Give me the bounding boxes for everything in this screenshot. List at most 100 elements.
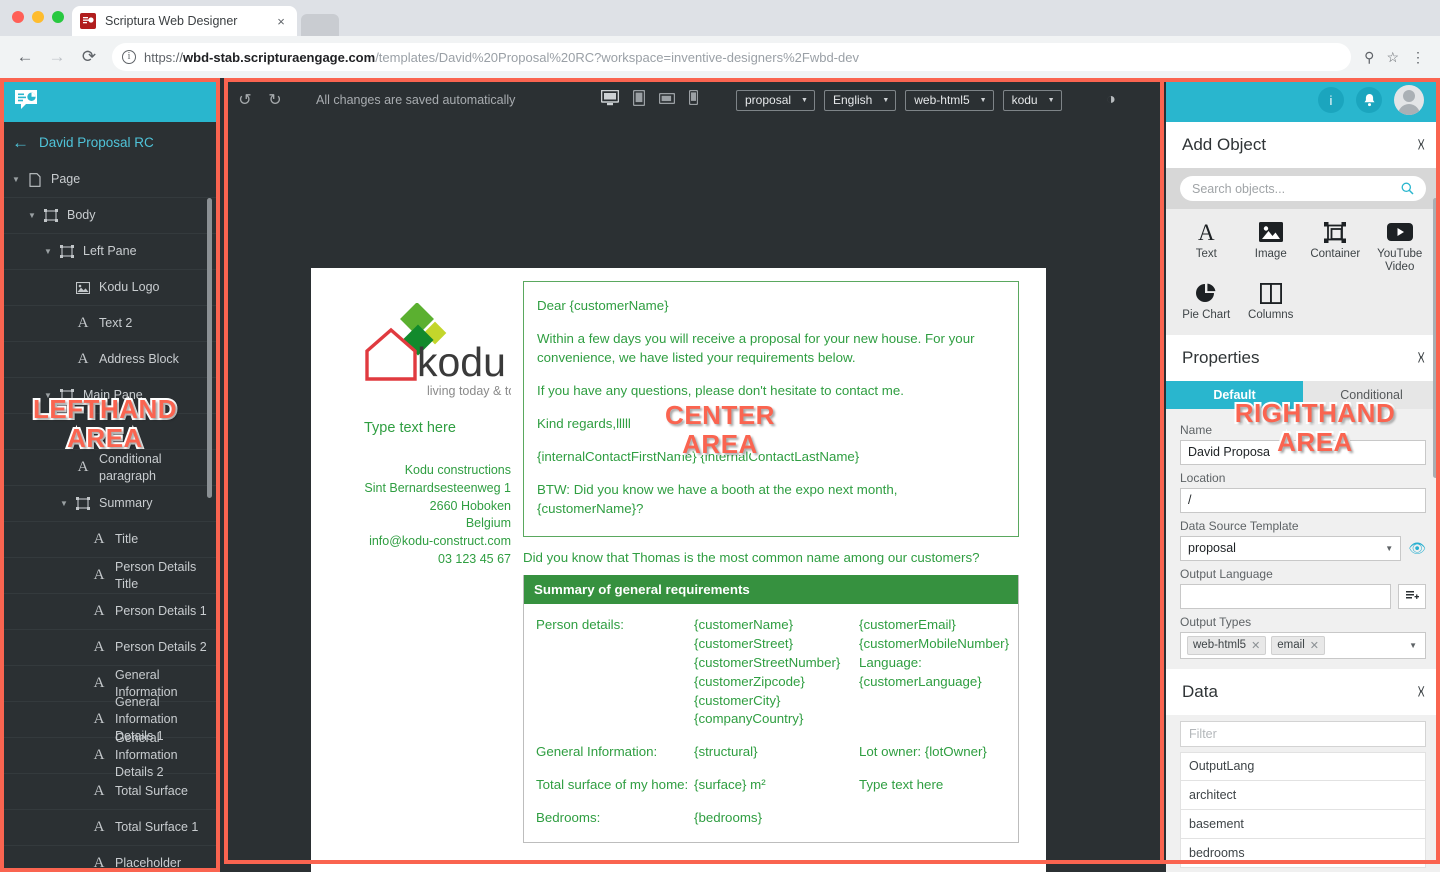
list-item[interactable]: architect [1180,781,1426,810]
right-panel-scrollbar[interactable] [1433,198,1438,478]
data-filter-input[interactable]: Filter [1180,721,1426,747]
document-page[interactable]: kodu living today & tomorrow Type text h… [311,268,1046,872]
sidebar-item-person-details-2[interactable]: ▼APerson Details 2 [0,630,216,666]
tablet-portrait-icon[interactable] [633,90,645,111]
person-detail-line: {customerZipcode} [694,673,859,692]
add-output-language-button[interactable] [1398,584,1426,609]
device-preview-group [601,90,698,111]
kodu-logo[interactable]: kodu living today & tomorrow [361,303,511,408]
add-object-image[interactable]: Image [1239,219,1304,274]
brand-select[interactable]: kodu▼ [1003,90,1062,111]
letter-paragraph[interactable]: If you have any questions, please don't … [537,381,1002,400]
summary-general-table[interactable]: Summary of general requirements Person d… [523,575,1019,843]
undo-button[interactable]: ↺ [230,85,260,115]
search-input[interactable]: Search objects... [1180,176,1426,201]
close-window-button[interactable] [12,11,24,23]
sidebar-item-kodu-logo[interactable]: ▼Kodu Logo [0,270,216,306]
add-object-columns[interactable]: Columns [1239,280,1304,322]
add-object-text[interactable]: AText [1174,219,1239,274]
list-item[interactable]: basement [1180,810,1426,839]
close-tab-button[interactable]: × [273,14,289,29]
table-row[interactable]: Bedrooms: {bedrooms} [536,809,1006,828]
language-select[interactable]: English▼ [824,90,896,111]
chevron-down-icon[interactable]: ▼ [26,211,38,220]
password-key-icon[interactable]: ⚲ [1359,49,1379,66]
collapse-add-object-icon[interactable]: ˅˄ [1417,140,1424,150]
text-icon: A [90,747,108,764]
address-bar[interactable]: i https://wbd-stab.scripturaengage.com/t… [112,43,1351,71]
app-logo[interactable] [0,78,216,122]
sidebar-item-body[interactable]: ▼Body [0,198,216,234]
sidebar-item-page[interactable]: ▼Page [0,162,216,198]
sidebar-item-placeholder[interactable]: ▼APlaceholder [0,846,216,872]
chevron-down-icon[interactable]: ▼ [42,247,54,256]
back-to-templates-link[interactable]: ← David Proposal RC [0,122,216,162]
sidebar-item-person-details-title[interactable]: ▼APerson Details Title [0,558,216,594]
browser-menu-icon[interactable]: ⋮ [1406,49,1430,66]
table-row[interactable]: Total surface of my home: {surface} m² T… [536,776,1006,795]
new-tab-button[interactable] [301,14,339,36]
sidebar-item-address-block[interactable]: ▼AAddress Block [0,342,216,378]
output-type-chip[interactable]: email✕ [1271,636,1325,655]
letter-paragraph[interactable]: Within a few days you will receive a pro… [537,329,1002,367]
preview-eye-icon[interactable]: ◑ [1096,85,1126,115]
letter-paragraph[interactable]: BTW: Did you know we have a booth at the… [537,480,1002,518]
collapse-data-icon[interactable]: ˅˄ [1417,687,1424,697]
sidebar-item-total-surface[interactable]: ▼ATotal Surface [0,774,216,810]
info-icon[interactable]: i [1318,87,1344,113]
data-source-template-select[interactable]: proposal ▼ [1180,536,1401,561]
minimize-window-button[interactable] [32,11,44,23]
sidebar-item-summary[interactable]: ▼Summary [0,486,216,522]
letter-paragraph[interactable]: Dear {customerName} [537,296,1002,315]
preview-data-source-icon[interactable]: 👁 [1408,540,1426,557]
address-block[interactable]: Kodu constructionsSint Bernardsesteenweg… [336,462,511,569]
conditional-paragraph[interactable]: Did you know that Thomas is the most com… [523,550,1023,565]
sidebar-item-title[interactable]: ▼ATitle [0,522,216,558]
tablet-landscape-icon[interactable] [659,91,675,109]
table-row[interactable]: Person details: {customerName}{customerS… [536,616,1006,729]
bookmark-icon[interactable]: ☆ [1381,49,1404,66]
data-source-value: proposal [745,93,791,107]
sidebar-item-text-2[interactable]: ▼AText 2 [0,306,216,342]
desktop-icon[interactable] [601,90,619,111]
sidebar-item-conditional-paragraph[interactable]: ▼AConditional paragraph [0,450,216,486]
add-object-container[interactable]: Container [1303,219,1368,274]
output-language-field[interactable] [1180,584,1391,609]
add-object-youtube-video[interactable]: YouTube Video [1368,219,1433,274]
bell-icon[interactable] [1356,87,1382,113]
sidebar-item-total-surface-1[interactable]: ▼ATotal Surface 1 [0,810,216,846]
remove-chip-icon[interactable]: ✕ [1251,639,1260,652]
remove-chip-icon[interactable]: ✕ [1310,639,1319,652]
output-type-select[interactable]: web-html5▼ [905,90,993,111]
add-object-pie-chart[interactable]: Pie Chart [1174,280,1239,322]
sidebar-item-general-information-details-2[interactable]: ▼AGeneral Information Details 2 [0,738,216,774]
output-type-chip[interactable]: web-html5✕ [1187,636,1266,655]
chevron-down-icon[interactable]: ▼ [58,499,70,508]
data-source-select[interactable]: proposal▼ [736,90,815,111]
location-field[interactable]: / [1180,488,1426,513]
chevron-down-icon[interactable]: ▼ [1409,641,1419,650]
list-item[interactable]: OutputLang [1180,752,1426,781]
properties-section-title: Properties ˅˄ [1166,335,1440,381]
sidebar-item-person-details-1[interactable]: ▼APerson Details 1 [0,594,216,630]
redo-button[interactable]: ↻ [260,85,290,115]
forward-button[interactable]: → [42,42,72,72]
sidebar-scrollbar[interactable] [207,198,212,498]
document-canvas[interactable]: kodu living today & tomorrow Type text h… [216,122,1166,872]
sidebar-item-left-pane[interactable]: ▼Left Pane [0,234,216,270]
collapse-properties-icon[interactable]: ˅˄ [1417,353,1424,363]
reload-button[interactable]: ⟳ [74,42,104,72]
maximize-window-button[interactable] [52,11,64,23]
text-2-block[interactable]: Type text here [364,420,521,436]
table-row[interactable]: General Information: {structural} Lot ow… [536,743,1006,762]
mobile-icon[interactable] [689,90,698,110]
person-contact-line: Language: [859,654,1009,673]
output-types-field[interactable]: web-html5✕ email✕ ▼ [1180,632,1426,659]
chevron-down-icon[interactable]: ▼ [10,175,22,184]
site-info-icon[interactable]: i [122,50,136,64]
list-item[interactable]: bedrooms [1180,839,1426,868]
left-pane[interactable]: kodu living today & tomorrow Type text h… [336,303,521,569]
back-button[interactable]: ← [10,42,40,72]
avatar[interactable] [1394,85,1424,115]
browser-tab[interactable]: Scriptura Web Designer × [72,6,297,36]
